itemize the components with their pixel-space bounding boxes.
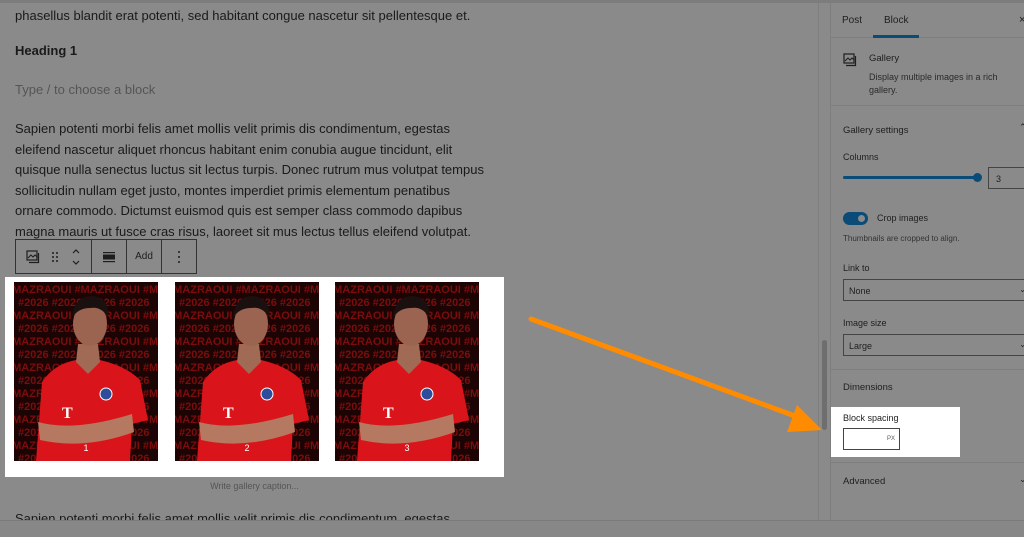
- player-photo: #MAZRAOUI #MAZRAOUI #MAZRAOUI #MAZRAOUI …: [175, 282, 319, 461]
- block-spacing-label: Block spacing: [843, 413, 899, 423]
- more-vertical-icon[interactable]: [177, 240, 181, 273]
- link-to-select[interactable]: None ⌄: [843, 279, 1024, 301]
- move-up-down-icon[interactable]: [71, 240, 81, 273]
- gallery-settings-panel: Gallery settings ⌃ Columns 3 Crop images…: [831, 107, 1024, 370]
- columns-label: Columns: [843, 152, 879, 162]
- block-card: Gallery Display multiple images in a ric…: [831, 39, 1024, 106]
- club-crest: [420, 387, 434, 401]
- gallery-image[interactable]: #MAZRAOUI #MAZRAOUI #MAZRAOUI #MAZRAOUI …: [175, 282, 319, 461]
- image-size-value: Large: [849, 341, 873, 351]
- panel-title[interactable]: Advanced: [843, 476, 885, 487]
- sidebar-tabs: Post Block ×: [831, 3, 1024, 38]
- crop-help-text: Thumbnails are cropped to align.: [843, 234, 960, 243]
- background-hashtag-text: #MAZRAOUI #MAZRAOUI #MAZRAOUI #MAZRAOUI: [335, 284, 479, 296]
- panel-title[interactable]: Dimensions: [843, 382, 893, 393]
- unit-label[interactable]: PX: [887, 436, 895, 442]
- chevron-down-icon: ⌄: [1019, 340, 1024, 349]
- sponsor-logo: T: [223, 405, 234, 422]
- block-spacing-input[interactable]: PX: [843, 428, 900, 450]
- crop-images-label: Crop images: [877, 213, 929, 223]
- drag-handle-icon[interactable]: [51, 240, 59, 273]
- columns-slider[interactable]: [843, 176, 978, 179]
- background-hashtag-text: #MAZRAOUI #MAZRAOUI #MAZRAOUI #MAZRAOUI: [14, 284, 158, 296]
- add-button[interactable]: Add: [135, 240, 153, 273]
- paragraph-block[interactable]: Sapien potenti morbi felis amet mollis v…: [15, 509, 485, 520]
- toggle-knob: [858, 215, 865, 222]
- close-icon[interactable]: ×: [1019, 14, 1024, 26]
- block-toolbar: Add: [15, 239, 197, 274]
- link-to-label: Link to: [843, 263, 870, 273]
- columns-slider-thumb[interactable]: [973, 173, 982, 182]
- gallery-image[interactable]: #MAZRAOUI #MAZRAOUI #MAZRAOUI #MAZRAOUI …: [335, 282, 479, 461]
- block-description: Display multiple images in a rich galler…: [869, 72, 998, 95]
- club-crest: [99, 387, 113, 401]
- editor-canvas: phasellus blandit erat potenti, sed habi…: [0, 3, 818, 520]
- scrollbar-thumb[interactable]: [822, 340, 827, 430]
- gallery-image[interactable]: #MAZRAOUI #MAZRAOUI #MAZRAOUI #MAZRAOUI …: [14, 282, 158, 461]
- active-tab-indicator: [873, 35, 919, 38]
- align-icon[interactable]: [102, 240, 116, 273]
- gallery-icon: [843, 53, 857, 72]
- link-to-value: None: [849, 286, 871, 296]
- image-number: 2: [244, 443, 250, 453]
- gallery-caption-input[interactable]: Write gallery caption...: [5, 481, 504, 491]
- crop-images-toggle[interactable]: [843, 212, 868, 225]
- bottom-bar: [0, 520, 1024, 537]
- chevron-up-icon[interactable]: ⌃: [1019, 122, 1024, 133]
- tab-post[interactable]: Post: [842, 15, 862, 26]
- player-photo: #MAZRAOUI #MAZRAOUI #MAZRAOUI #MAZRAOUI …: [335, 282, 479, 461]
- club-crest: [260, 387, 274, 401]
- empty-block-placeholder[interactable]: Type / to choose a block: [15, 82, 155, 97]
- block-title: Gallery: [869, 53, 900, 64]
- settings-sidebar: Post Block × Gallery Display multiple im…: [830, 3, 1024, 520]
- advanced-panel: Advanced ⌄: [831, 464, 1024, 520]
- toolbar-group-options: [162, 240, 196, 273]
- paragraph-block[interactable]: Sapien potenti morbi felis amet mollis v…: [15, 119, 485, 242]
- player-photo: #MAZRAOUI #MAZRAOUI #MAZRAOUI #MAZRAOUI …: [14, 282, 158, 461]
- columns-input[interactable]: 3: [988, 167, 1024, 189]
- heading-block[interactable]: Heading 1: [15, 43, 77, 58]
- panel-title[interactable]: Gallery settings: [843, 125, 908, 136]
- gallery-block[interactable]: #MAZRAOUI #MAZRAOUI #MAZRAOUI #MAZRAOUI …: [5, 277, 504, 477]
- image-number: 1: [83, 443, 89, 453]
- editor-scrollbar[interactable]: [818, 3, 830, 520]
- sponsor-logo: T: [62, 405, 73, 422]
- dimensions-panel: Dimensions Block spacing PX: [831, 371, 1024, 463]
- paragraph-block[interactable]: phasellus blandit erat potenti, sed habi…: [15, 6, 485, 27]
- gallery-icon[interactable]: [26, 240, 40, 273]
- image-size-label: Image size: [843, 318, 887, 328]
- image-size-select[interactable]: Large ⌄: [843, 334, 1024, 356]
- toolbar-group-block: [16, 240, 92, 273]
- image-number: 3: [404, 443, 410, 453]
- toolbar-group-add: Add: [127, 240, 162, 273]
- block-spacing-control: Block spacing PX: [831, 407, 960, 457]
- chevron-down-icon[interactable]: ⌄: [1019, 474, 1024, 485]
- tab-block[interactable]: Block: [884, 15, 908, 26]
- chevron-down-icon: ⌄: [1019, 285, 1024, 294]
- sponsor-logo: T: [383, 405, 394, 422]
- toolbar-group-align: [92, 240, 127, 273]
- background-hashtag-text: #MAZRAOUI #MAZRAOUI #MAZRAOUI #MAZRAOUI: [175, 284, 319, 296]
